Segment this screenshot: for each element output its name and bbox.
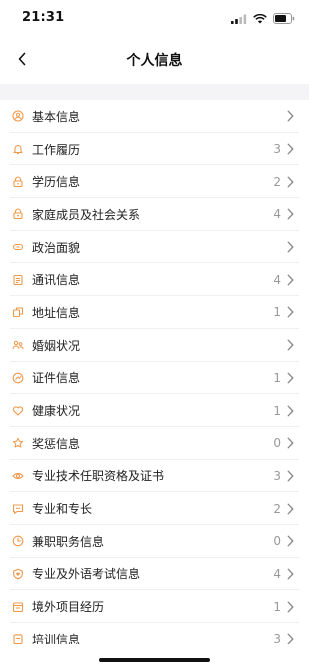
- bell-icon: [12, 143, 24, 155]
- list-item-count: 2: [273, 174, 281, 189]
- list-item-count: 1: [273, 599, 281, 614]
- page-title: 个人信息: [126, 53, 183, 69]
- chat-icon: [12, 503, 24, 515]
- status-bar: 21:31: [0, 0, 309, 36]
- list-item-health[interactable]: 健康状况 1: [0, 394, 309, 427]
- list-item-exams[interactable]: 专业及外语考试信息 4: [0, 558, 309, 591]
- list-item-label: 专业及外语考试信息: [32, 567, 141, 582]
- badge-icon: [12, 241, 24, 253]
- list-item-label: 家庭成员及社会关系: [32, 207, 141, 222]
- list-item-id-documents[interactable]: 证件信息 1: [0, 362, 309, 395]
- status-time: 21:31: [22, 10, 65, 25]
- list-item-basic-info[interactable]: 基本信息: [0, 100, 309, 133]
- list-item-count: 0: [273, 534, 281, 549]
- chevron-right-icon: [285, 601, 295, 613]
- list-item-marital-status[interactable]: 婚姻状况: [0, 329, 309, 362]
- list-item-count: 1: [273, 370, 281, 385]
- signal-icon: [231, 9, 247, 28]
- status-icons: [231, 12, 295, 24]
- address-icon: [12, 306, 24, 318]
- chevron-right-icon: [285, 208, 295, 220]
- nav-bar: 个人信息: [0, 36, 309, 84]
- list-item-label: 兼职职务信息: [32, 534, 105, 549]
- list-item-count: 3: [273, 142, 281, 157]
- home-indicator-area: [0, 644, 309, 668]
- chevron-right-icon: [285, 274, 295, 286]
- id-card-icon: [12, 372, 24, 384]
- list-item-qualifications[interactable]: 专业技术任职资格及证书 3: [0, 460, 309, 493]
- section-gap: [0, 84, 309, 100]
- list-item-label: 婚姻状况: [32, 338, 81, 353]
- list-item-label: 地址信息: [32, 305, 81, 320]
- battery-icon: [273, 9, 295, 28]
- info-list: 基本信息 工作履历 3 学历信息 2 家庭成员及社会关系 4 政治面貌 通讯信息…: [0, 100, 309, 656]
- couple-icon: [12, 339, 24, 351]
- contact-book-icon: [12, 274, 24, 286]
- chevron-right-icon: [285, 339, 295, 351]
- user-circle-icon: [12, 110, 24, 122]
- list-item-part-time-positions[interactable]: 兼职职务信息 0: [0, 525, 309, 558]
- chevron-right-icon: [285, 470, 295, 482]
- list-item-label: 工作履历: [32, 142, 81, 157]
- list-item-count: 4: [273, 566, 281, 581]
- wifi-icon: [253, 9, 267, 28]
- list-item-count: 0: [273, 436, 281, 451]
- list-item-label: 通讯信息: [32, 273, 81, 288]
- chevron-right-icon: [285, 241, 295, 253]
- list-item-count: 1: [273, 403, 281, 418]
- list-item-work-history[interactable]: 工作履历 3: [0, 133, 309, 166]
- chevron-right-icon: [285, 568, 295, 580]
- chevron-right-icon: [285, 176, 295, 188]
- chevron-right-icon: [285, 437, 295, 449]
- list-item-label: 学历信息: [32, 175, 81, 190]
- list-item-count: 1: [273, 305, 281, 320]
- home-indicator[interactable]: [99, 658, 210, 662]
- list-item-label: 专业和专长: [32, 502, 93, 517]
- chevron-right-icon: [285, 306, 295, 318]
- chevron-right-icon: [285, 372, 295, 384]
- list-item-label: 政治面貌: [32, 240, 81, 255]
- list-item-count: 2: [273, 501, 281, 516]
- list-item-label: 专业技术任职资格及证书: [32, 469, 165, 484]
- clock-icon: [12, 535, 24, 547]
- list-item-label: 奖惩信息: [32, 436, 81, 451]
- list-item-count: 4: [273, 207, 281, 222]
- list-item-contact[interactable]: 通讯信息 4: [0, 263, 309, 296]
- chevron-right-icon: [285, 110, 295, 122]
- chevron-right-icon: [285, 503, 295, 515]
- list-item-education[interactable]: 学历信息 2: [0, 165, 309, 198]
- chevron-right-icon: [285, 405, 295, 417]
- list-item-political-status[interactable]: 政治面貌: [0, 231, 309, 264]
- family-icon: [12, 208, 24, 220]
- list-item-address[interactable]: 地址信息 1: [0, 296, 309, 329]
- chevron-right-icon: [285, 535, 295, 547]
- list-item-label: 证件信息: [32, 371, 81, 386]
- list-item-count: 4: [273, 272, 281, 287]
- list-item-rewards-penalties[interactable]: 奖惩信息 0: [0, 427, 309, 460]
- list-item-overseas-projects[interactable]: 境外项目经历 1: [0, 590, 309, 623]
- list-item-family[interactable]: 家庭成员及社会关系 4: [0, 198, 309, 231]
- document-icon: [12, 601, 24, 613]
- graduation-icon: [12, 176, 24, 188]
- shield-heart-icon: [12, 568, 24, 580]
- list-item-specialties[interactable]: 专业和专长 2: [0, 492, 309, 525]
- list-item-label: 境外项目经历: [32, 600, 105, 615]
- list-item-label: 基本信息: [32, 109, 81, 124]
- heart-icon: [12, 405, 24, 417]
- star-icon: [12, 437, 24, 449]
- list-item-count: 3: [273, 468, 281, 483]
- eye-icon: [12, 470, 24, 482]
- list-item-label: 健康状况: [32, 404, 81, 419]
- chevron-right-icon: [285, 143, 295, 155]
